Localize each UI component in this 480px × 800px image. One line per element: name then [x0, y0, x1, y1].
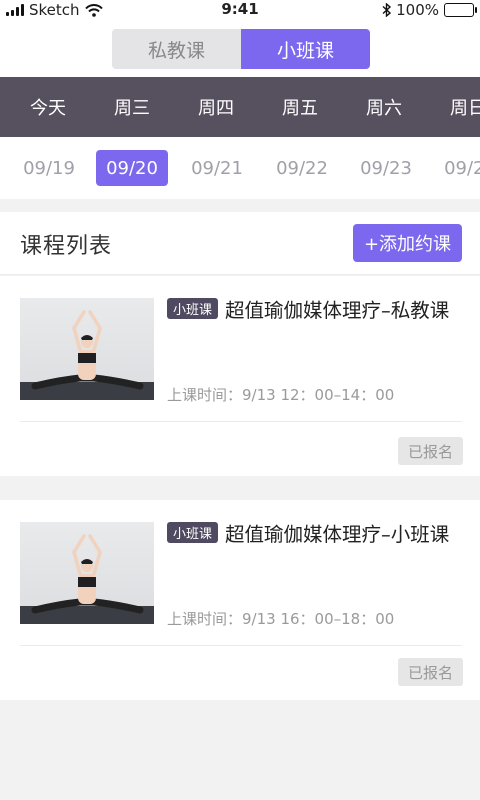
bluetooth-icon: [382, 3, 392, 17]
date-item-selected[interactable]: 09/20: [96, 150, 168, 186]
divider: [20, 645, 462, 646]
course-card[interactable]: 小班课 超值瑜伽媒体理疗–小班课 上课时间：9/13 16：00–18：00 已…: [0, 500, 480, 700]
date-bar: 09/19 09/20 09/21 09/22 09/23 09/24: [0, 137, 480, 199]
add-booking-button[interactable]: +添加约课: [353, 224, 462, 262]
yoga-image: [20, 534, 154, 624]
date-item[interactable]: 09/23: [350, 150, 422, 186]
course-thumbnail: [20, 522, 154, 624]
course-tag: 小班课: [167, 298, 219, 319]
tab-small-class[interactable]: 小班课: [241, 29, 370, 69]
status-bar: Sketch 9:41 100%: [0, 0, 480, 20]
course-type-switch: 私教课 小班课: [112, 29, 370, 69]
enrolled-badge: 已报名: [398, 658, 463, 686]
date-item[interactable]: 09/22: [266, 150, 338, 186]
date-item[interactable]: 09/19: [13, 150, 85, 186]
battery-icon: [444, 3, 477, 17]
course-list-title: 课程列表: [20, 233, 113, 259]
weekday-thu[interactable]: 周四: [174, 77, 258, 137]
enrolled-badge: 已报名: [398, 437, 463, 465]
status-right: 100%: [382, 1, 477, 19]
course-card[interactable]: 小班课 超值瑜伽媒体理疗–私教课 上课时间：9/13 12：00–14：00 已…: [0, 276, 480, 476]
date-item[interactable]: 09/24: [434, 150, 480, 186]
header: 私教课 小班课: [0, 20, 480, 77]
weekday-fri[interactable]: 周五: [258, 77, 342, 137]
weekday-bar: 今天 周三 周四 周五 周六 周日: [0, 77, 480, 137]
course-time: 上课时间：9/13 12：00–14：00: [167, 386, 395, 404]
course-list-header: 课程列表 +添加约课: [0, 212, 480, 275]
yoga-image: [20, 310, 154, 400]
weekday-wed[interactable]: 周三: [90, 77, 174, 137]
weekday-sat[interactable]: 周六: [342, 77, 426, 137]
weekday-sun[interactable]: 周日: [426, 77, 480, 137]
tab-private-class[interactable]: 私教课: [112, 29, 241, 69]
weekday-today[interactable]: 今天: [6, 77, 90, 137]
divider: [20, 421, 462, 422]
date-item[interactable]: 09/21: [181, 150, 253, 186]
course-tag: 小班课: [167, 522, 219, 543]
course-title: 超值瑜伽媒体理疗–私教课: [225, 299, 450, 322]
course-time: 上课时间：9/13 16：00–18：00: [167, 610, 395, 628]
course-title: 超值瑜伽媒体理疗–小班课: [225, 523, 450, 546]
course-thumbnail: [20, 298, 154, 400]
battery-percent: 100%: [396, 1, 439, 19]
